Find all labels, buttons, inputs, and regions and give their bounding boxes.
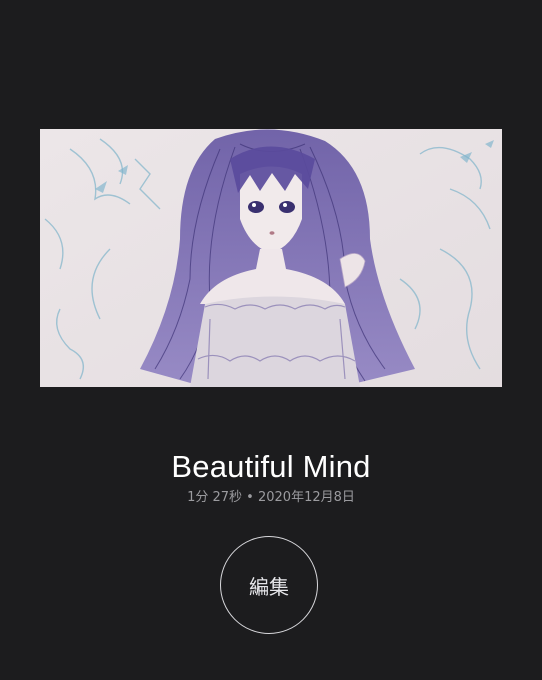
project-detail-screen: Beautiful Mind 1分 27秒 • 2020年12月8日 編集 [0, 0, 542, 680]
track-meta: 1分 27秒 • 2020年12月8日 [187, 490, 355, 505]
edit-button[interactable]: 編集 [220, 536, 318, 634]
edit-button-label: 編集 [249, 574, 289, 599]
artwork-thumbnail[interactable] [40, 129, 502, 387]
track-title: Beautiful Mind [171, 449, 371, 484]
artwork-illustration [40, 129, 502, 387]
